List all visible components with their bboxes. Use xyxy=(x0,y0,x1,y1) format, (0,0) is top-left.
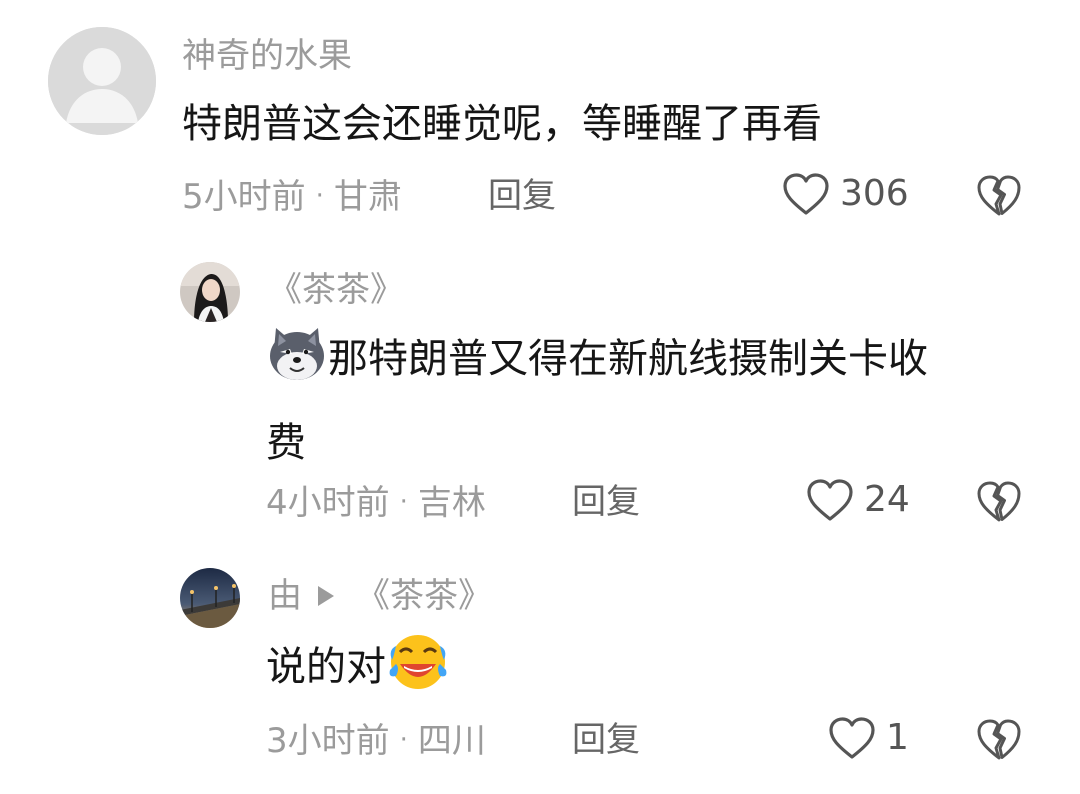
comment-item: 由 《茶茶》 说的对 3小时前 · 四川 回复 1 xyxy=(0,550,1080,794)
reply-arrow-icon xyxy=(318,586,334,606)
comment-meta: 5小时前 · 甘肃 xyxy=(182,176,402,217)
like-count: 24 xyxy=(864,479,910,520)
comment-author[interactable]: 神奇的水果 xyxy=(182,36,352,76)
comment-text-content: 特朗普这会还睡觉呢，等睡醒了再看 xyxy=(182,101,822,147)
dislike-button[interactable] xyxy=(976,718,1022,760)
comment-time: 5小时前 xyxy=(182,177,306,217)
comment-meta: 3小时前 · 四川 xyxy=(266,720,486,761)
comment-location: 四川 xyxy=(417,721,486,761)
heart-outline-icon xyxy=(829,717,875,759)
like-button[interactable]: 24 xyxy=(806,478,910,522)
comment-text: 那特朗普又得在新航线摄制关卡收费 xyxy=(266,322,1026,479)
comment-text: 特朗普这会还睡觉呢，等睡醒了再看 xyxy=(182,88,822,160)
dislike-button[interactable] xyxy=(976,174,1022,216)
comment-text-content: 说的对 xyxy=(266,644,386,690)
like-button[interactable]: 306 xyxy=(782,172,909,216)
reply-button[interactable]: 回复 xyxy=(572,720,640,760)
broken-heart-icon xyxy=(977,175,1021,216)
comment-time: 3小时前 xyxy=(266,721,390,761)
wolf-emoji xyxy=(266,322,328,407)
meta-separator: · xyxy=(315,181,324,211)
avatar[interactable] xyxy=(180,262,240,322)
girl-photo-avatar-icon xyxy=(180,262,240,322)
comment-text-content: 那特朗普又得在新航线摄制关卡收 xyxy=(328,336,928,382)
meta-separator: · xyxy=(399,487,408,517)
heart-outline-icon xyxy=(783,173,829,215)
broken-heart-icon xyxy=(977,719,1021,760)
like-count: 306 xyxy=(840,173,909,214)
broken-heart-icon xyxy=(977,481,1021,522)
avatar[interactable] xyxy=(48,27,156,135)
meta-separator: · xyxy=(399,725,408,755)
city-night-avatar-icon xyxy=(180,568,240,628)
comment-meta: 4小时前 · 吉林 xyxy=(266,482,486,523)
comment-text: 说的对 xyxy=(266,630,450,715)
laughing-crying-emoji xyxy=(386,630,450,715)
comment-text-content-line2: 费 xyxy=(266,420,306,466)
comment-item: 神奇的水果 特朗普这会还睡觉呢，等睡醒了再看 5小时前 · 甘肃 回复 306 xyxy=(0,0,1080,240)
like-button[interactable]: 1 xyxy=(828,716,909,760)
reply-button[interactable]: 回复 xyxy=(572,482,640,522)
like-count: 1 xyxy=(886,717,909,758)
comment-author[interactable]: 由 xyxy=(268,576,302,616)
comment-location: 吉林 xyxy=(417,483,486,523)
dislike-button[interactable] xyxy=(976,480,1022,522)
comment-author-line: 由 《茶茶》 xyxy=(268,576,492,616)
comment-author[interactable]: 《茶茶》 xyxy=(268,270,404,310)
comment-item: 《茶茶》 那特朗普又得在新航线摄制关卡收费 4小时前 · 吉林 回复 24 xyxy=(0,240,1080,550)
default-avatar-icon xyxy=(48,27,156,135)
heart-outline-icon xyxy=(807,479,853,521)
comment-location: 甘肃 xyxy=(333,177,402,217)
avatar[interactable] xyxy=(180,568,240,628)
reply-to-author[interactable]: 《茶茶》 xyxy=(356,576,492,616)
reply-button[interactable]: 回复 xyxy=(488,176,556,216)
comment-time: 4小时前 xyxy=(266,483,390,523)
